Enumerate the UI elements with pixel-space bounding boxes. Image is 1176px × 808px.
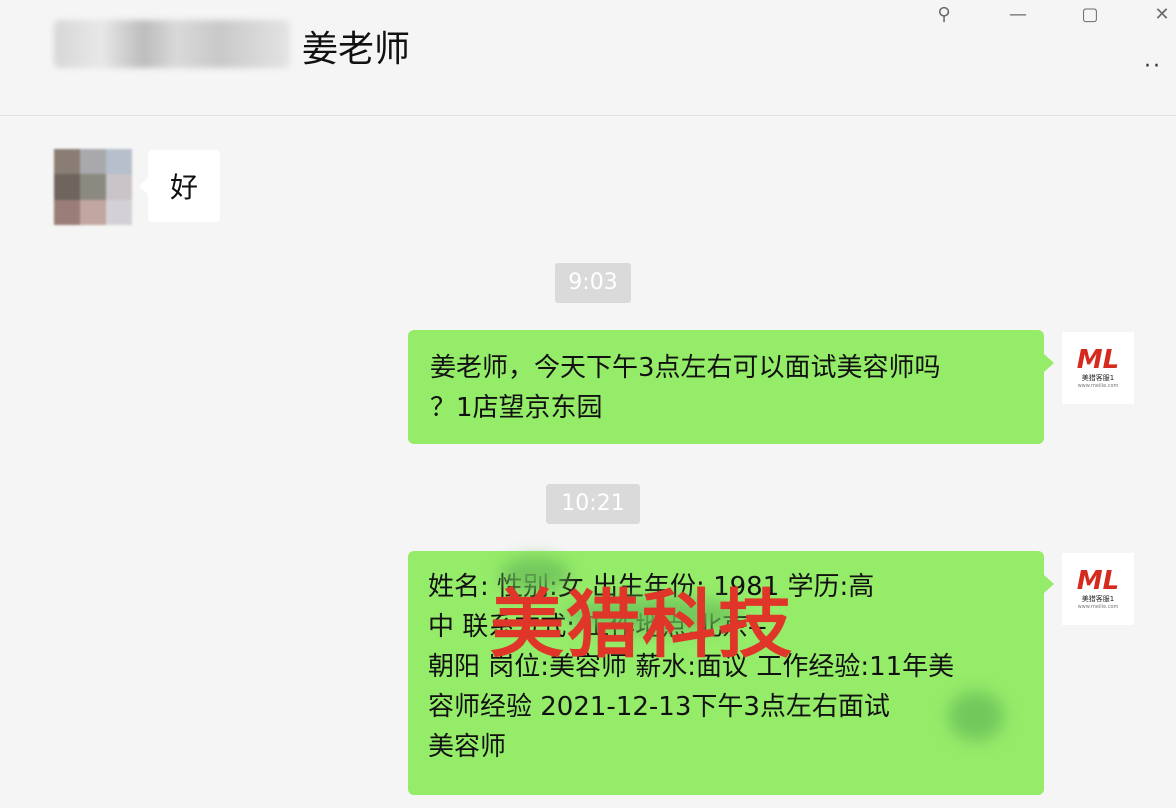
message-line: 姜老师，今天下午3点左右可以面试美容师吗 — [430, 353, 941, 383]
message-line: 容师经验 2021-12-13下午3点左右面试 — [428, 692, 890, 722]
pin-icon[interactable]: ⚲ — [926, 0, 962, 28]
logo-text: 美猎客服1 — [1081, 374, 1115, 382]
redaction-blur — [948, 691, 1004, 741]
chat-header: 姜老师 ⚲ — ▢ ✕ ·· — [0, 0, 1176, 116]
message-line: 美容师 — [428, 732, 507, 762]
outgoing-message[interactable]: 姜老师，今天下午3点左右可以面试美容师吗 ？1店望京东园 — [408, 330, 1054, 444]
logo-mark: ML — [1076, 345, 1120, 375]
maximize-button[interactable]: ▢ — [1072, 0, 1108, 28]
timestamp: 10:21 — [546, 484, 640, 524]
timestamp: 9:03 — [555, 263, 631, 303]
incoming-message[interactable]: 好 — [139, 150, 220, 222]
contact-avatar[interactable] — [54, 149, 132, 225]
close-button[interactable]: ✕ — [1144, 0, 1176, 28]
blurred-contact-info — [54, 20, 290, 68]
more-options-button[interactable]: ·· — [1138, 52, 1168, 80]
message-line: ？1店望京东园 — [430, 393, 603, 423]
contact-name: 姜老师 — [302, 29, 411, 70]
logo-text: 美猎客服1 — [1081, 595, 1115, 603]
watermark-text: 美猎科技 — [490, 582, 794, 668]
self-avatar[interactable]: ML 美猎客服1 www.meilie.com — [1062, 553, 1134, 625]
logo-mark: ML — [1076, 566, 1120, 596]
minimize-button[interactable]: — — [1000, 0, 1036, 28]
self-avatar[interactable]: ML 美猎客服1 www.meilie.com — [1062, 332, 1134, 404]
logo-subtext: www.meilie.com — [1077, 383, 1119, 389]
logo-subtext: www.meilie.com — [1077, 604, 1119, 610]
